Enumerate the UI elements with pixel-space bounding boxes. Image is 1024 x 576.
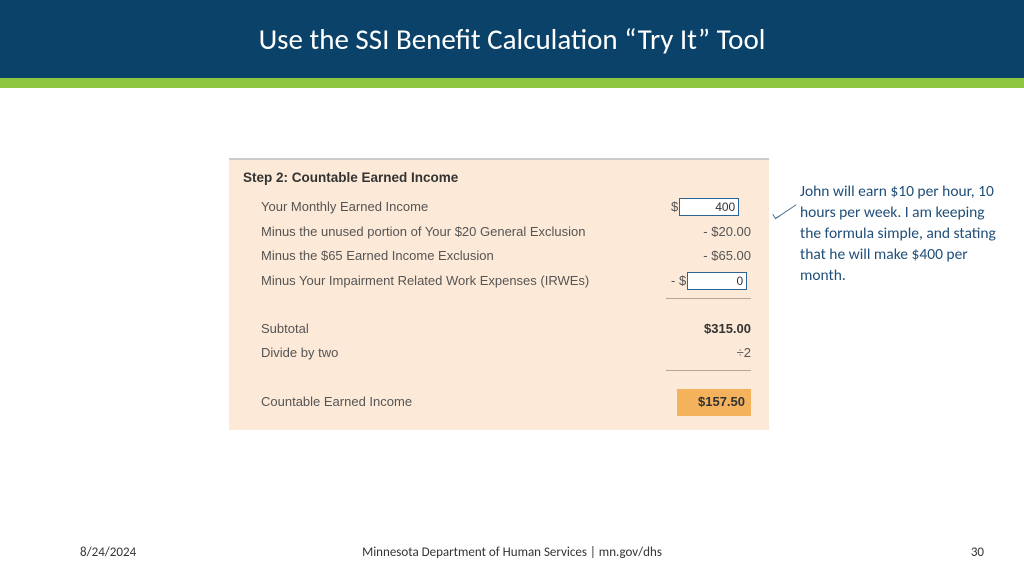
row-value: $ [671,195,751,220]
row-label: Countable Earned Income [261,390,671,415]
row-result: Countable Earned Income $157.50 [261,389,751,416]
calc-rows: Your Monthly Earned Income $ Minus the u… [243,195,755,416]
footer-org: Minnesota Department of Human Services |… [0,545,1024,560]
row-label: Minus the $65 Earned Income Exclusion [261,244,671,269]
irwe-input[interactable] [687,272,747,290]
row-value: - $ [671,269,751,294]
row-divide: Divide by two ÷2 [261,341,751,366]
divider-line [666,370,751,371]
slide-footer: 8/24/2024 Minnesota Department of Human … [0,528,1024,576]
footer-date: 8/24/2024 [80,545,136,560]
slide-header: Use the SSI Benefit Calculation “Try It”… [0,0,1024,78]
row-value: ÷2 [671,341,751,366]
spacer [261,375,751,389]
row-value: $315.00 [671,317,751,342]
row-general-exclusion: Minus the unused portion of Your $20 Gen… [261,220,751,245]
row-label: Subtotal [261,317,671,342]
row-label: Divide by two [261,341,671,366]
row-value: - $20.00 [671,220,751,245]
slide-body: Step 2: Countable Earned Income Your Mon… [0,88,1024,528]
row-value-wrap: $157.50 [671,389,751,416]
row-label: Minus the unused portion of Your $20 Gen… [261,220,671,245]
pointer-arrow-icon [772,203,798,229]
slide-title: Use the SSI Benefit Calculation “Try It”… [259,21,766,57]
calculator-panel: Step 2: Countable Earned Income Your Mon… [229,158,769,430]
footer-page-number: 30 [971,545,984,560]
currency-prefix: $ [671,195,678,220]
row-irwe: Minus Your Impairment Related Work Expen… [261,269,751,294]
row-earned-income: Your Monthly Earned Income $ [261,195,751,220]
spacer [261,303,751,317]
row-earned-exclusion: Minus the $65 Earned Income Exclusion - … [261,244,751,269]
row-subtotal: Subtotal $315.00 [261,317,751,342]
row-label: Your Monthly Earned Income [261,195,671,220]
earned-income-input[interactable] [679,198,739,216]
row-value: - $65.00 [671,244,751,269]
divider-line [666,298,751,299]
annotation-text: John will earn $10 per hour, 10 hours pe… [800,182,1000,287]
currency-prefix: - $ [671,269,686,294]
accent-bar [0,78,1024,88]
result-highlight: $157.50 [677,389,751,416]
row-label: Minus Your Impairment Related Work Expen… [261,269,671,294]
step-title: Step 2: Countable Earned Income [243,170,755,185]
